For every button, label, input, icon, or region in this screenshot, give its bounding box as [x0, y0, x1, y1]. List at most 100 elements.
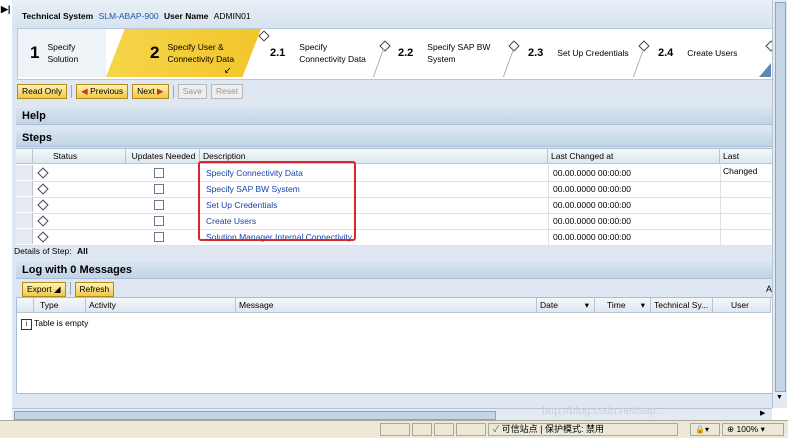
zoom-panel[interactable]: ⊕ 100% ▾: [722, 423, 784, 436]
save-button[interactable]: Save: [177, 84, 207, 99]
table-row[interactable]: Specify Connectivity Data 00.00.0000 00:0…: [16, 165, 774, 182]
updates-needed-checkbox[interactable]: [154, 216, 164, 226]
empty-table-message: i Table is empty: [21, 318, 88, 330]
left-strip: ▶|: [0, 0, 12, 420]
updates-needed-checkbox[interactable]: [154, 184, 164, 194]
status-diamond-icon: [37, 215, 49, 227]
row-selector[interactable]: [16, 213, 33, 228]
roadmap-step-number: 2.1: [270, 47, 286, 59]
reset-button[interactable]: Reset: [210, 84, 244, 99]
next-label: Next: [137, 86, 155, 96]
next-arrow-icon: ▶: [157, 86, 164, 96]
table-row[interactable]: Create Users 00.00.0000 00:00:00: [16, 213, 774, 230]
column-header-user[interactable]: User: [713, 298, 771, 313]
roadmap-step-2[interactable]: 2 Specify User & Connectivity Data: [106, 29, 261, 77]
previous-label: Previous: [90, 86, 124, 96]
expand-arrow-icon[interactable]: ▶|: [1, 4, 10, 15]
last-changed-at-value: 00.00.0000 00:00:00: [548, 165, 631, 181]
updates-needed-checkbox[interactable]: [154, 200, 164, 210]
zoom-level: 100%: [736, 424, 759, 434]
column-header-last-changed[interactable]: Last Changed: [720, 149, 774, 176]
previous-button[interactable]: ◀ Previous: [76, 84, 129, 99]
time-header-label: Time: [607, 300, 626, 310]
row-selector[interactable]: [16, 197, 33, 212]
select-all-header[interactable]: [16, 149, 33, 164]
zoom-dropdown-icon: ▾: [760, 424, 765, 434]
previous-arrow-icon: ◀: [81, 86, 88, 96]
scroll-thumb[interactable]: [775, 2, 786, 392]
log-section-header[interactable]: Log with 0 Messages: [16, 262, 772, 279]
details-label: Details of Step:: [14, 246, 72, 256]
last-changed-at-value: 00.00.0000 00:00:00: [548, 213, 631, 229]
last-changed-value: [720, 181, 774, 197]
steps-table: Status Updates Needed Description Last C…: [16, 148, 774, 246]
row-selector[interactable]: [16, 229, 33, 244]
roadmap-step-label: Create Users: [687, 48, 738, 58]
wizard-toolbar: Read Only ◀ Previous Next ▶ Save Reset: [17, 84, 244, 99]
technical-system-label: Technical System: [22, 11, 94, 21]
scroll-down-icon[interactable]: ▼: [775, 394, 784, 405]
export-button[interactable]: Export ◢: [22, 282, 66, 297]
vertical-scrollbar[interactable]: ▼: [772, 0, 787, 408]
roadmap-scroll-corner[interactable]: [759, 63, 771, 77]
watermark-text: http://blog.csdn.net/sap...: [542, 405, 665, 417]
last-changed-value: [720, 213, 774, 229]
technical-system-value: SLM-ABAP-900: [98, 11, 159, 21]
roadmap-step-number: 2.4: [658, 47, 674, 59]
updates-needed-checkbox[interactable]: [154, 232, 164, 242]
user-name-label: User Name: [163, 11, 209, 21]
current-step-arrow-icon: ↙: [224, 65, 232, 75]
roadmap-step-1[interactable]: 1 Specify Solution: [18, 29, 106, 77]
column-header-last-changed-at[interactable]: Last Changed at: [548, 149, 720, 164]
details-of-step: Details of Step: All: [14, 246, 88, 256]
status-panel: [412, 423, 432, 436]
dropdown-icon: ◢: [53, 284, 61, 294]
log-select-all-header[interactable]: [17, 298, 34, 313]
table-row[interactable]: Set Up Credentials 00.00.0000 00:00:00: [16, 197, 774, 214]
table-row[interactable]: Solution Manager Internal Connectivity 00…: [16, 229, 774, 246]
zoom-icon: ⊕: [727, 424, 735, 434]
roadmap-step-2-4[interactable]: 2.4 Create Users: [658, 29, 768, 77]
date-header-label: Date: [540, 300, 558, 310]
next-button[interactable]: Next ▶: [132, 84, 169, 99]
last-changed-value: [720, 197, 774, 213]
scroll-right-icon[interactable]: ▶: [760, 409, 765, 417]
column-header-updates-needed[interactable]: Updates Needed: [126, 149, 200, 164]
zone-panel[interactable]: ✓ 可信站点 | 保护模式: 禁用: [488, 423, 678, 436]
roadmap-step-label: Specify Connectivity Data: [299, 42, 366, 64]
help-title: Help: [22, 110, 46, 122]
refresh-button[interactable]: Refresh: [74, 282, 115, 297]
column-header-type[interactable]: Type: [34, 298, 86, 313]
status-diamond-icon: [37, 231, 49, 243]
last-changed-at-value: 00.00.0000 00:00:00: [548, 197, 631, 213]
column-header-time[interactable]: Time ▾: [595, 298, 651, 313]
header-bar: Technical System SLM-ABAP-900 User Name …: [12, 0, 772, 30]
column-header-message[interactable]: Message: [236, 298, 537, 313]
row-selector[interactable]: [16, 181, 33, 196]
last-changed-value: [720, 229, 774, 245]
steps-section-header[interactable]: Steps: [16, 130, 772, 147]
roadmap-step-number: 2.2: [398, 47, 414, 59]
read-only-button[interactable]: Read Only: [17, 84, 68, 99]
status-panel: [456, 423, 486, 436]
info-icon: i: [21, 319, 32, 330]
trusted-site-icon: ✓: [493, 424, 500, 434]
toolbar-separator: [172, 85, 174, 98]
status-panel: [380, 423, 410, 436]
column-header-status[interactable]: Status: [33, 149, 126, 164]
highlight-box: [198, 161, 356, 241]
hscroll-thumb[interactable]: [14, 411, 496, 420]
column-header-activity[interactable]: Activity: [86, 298, 236, 313]
table-row[interactable]: Specify SAP BW System 00.00.0000 00:00:00: [16, 181, 774, 198]
toolbar-separator: [69, 282, 71, 295]
row-selector[interactable]: [16, 165, 33, 180]
roadmap-step-label: Set Up Credentials: [557, 48, 629, 58]
column-header-date[interactable]: Date ▾: [537, 298, 595, 313]
updates-needed-checkbox[interactable]: [154, 168, 164, 178]
security-panel[interactable]: 🔒▾: [690, 423, 720, 436]
roadmap-diamond-icon: [258, 30, 270, 42]
roadmap-step-label: Specify SAP BW System: [427, 42, 491, 64]
lock-icon: 🔒▾: [695, 425, 709, 434]
help-section-header[interactable]: Help: [16, 108, 772, 125]
column-header-technical-system[interactable]: Technical Sy...: [651, 298, 713, 313]
